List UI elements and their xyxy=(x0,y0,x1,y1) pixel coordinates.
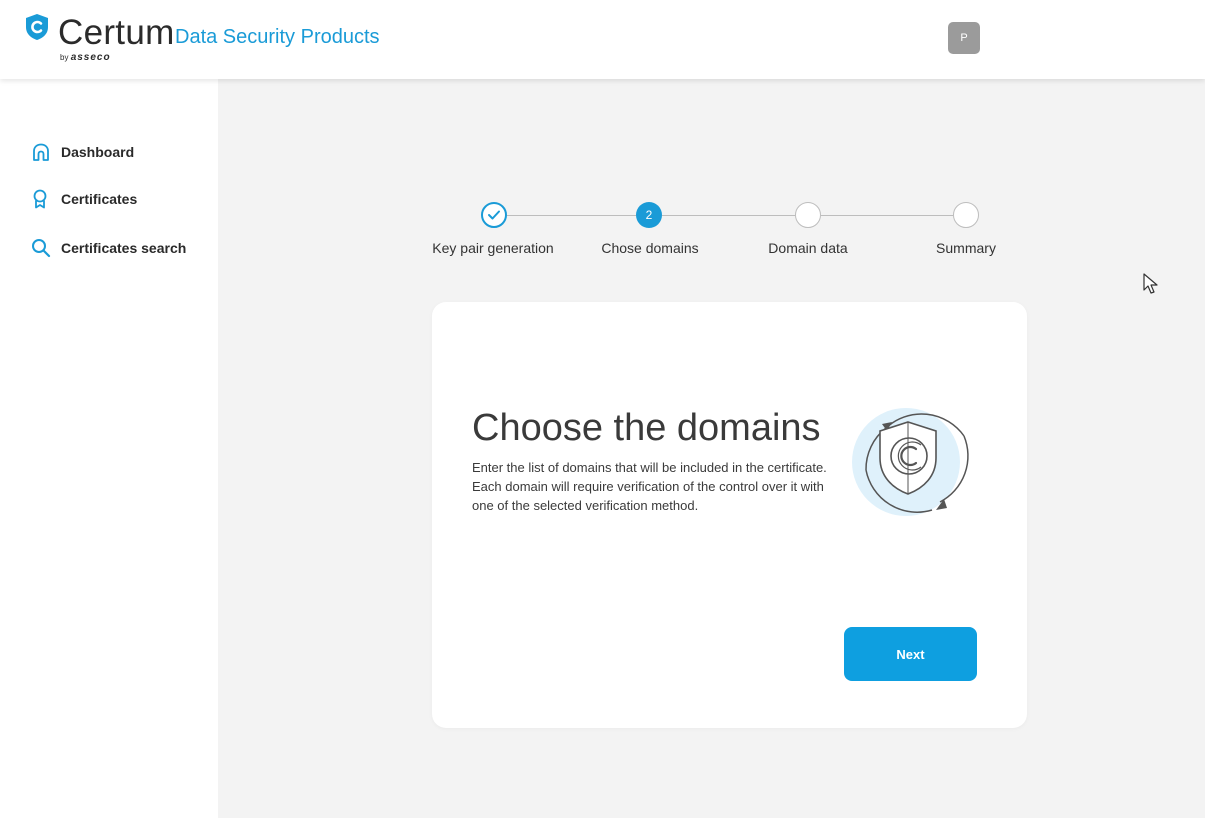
sidebar-item-label: Certificates search xyxy=(61,240,187,256)
stepper-connector xyxy=(662,215,795,216)
sidebar: Dashboard Certificates Certificates sear… xyxy=(0,79,218,818)
next-button[interactable]: Next xyxy=(844,627,977,681)
award-icon xyxy=(30,188,52,210)
brand-tagline: Data Security Products xyxy=(175,26,380,48)
shield-certificate-icon xyxy=(852,408,969,516)
mouse-pointer-icon xyxy=(1143,273,1158,294)
top-header: Certum by asseco Data Security Products … xyxy=(0,0,1205,79)
stepper-connector xyxy=(507,215,636,216)
card-title: Choose the domains xyxy=(472,407,821,449)
sidebar-item-label: Dashboard xyxy=(61,144,135,160)
stepper-connector xyxy=(821,215,953,216)
step-4-marker xyxy=(953,202,979,228)
step-1-checkmark-icon[interactable] xyxy=(481,202,507,228)
sidebar-item-certificates-search[interactable]: Certificates search xyxy=(30,236,186,260)
sidebar-item-dashboard[interactable]: Dashboard xyxy=(30,140,134,164)
step-label-summary: Summary xyxy=(936,240,996,256)
home-icon xyxy=(30,141,52,163)
brand-byline: by asseco xyxy=(60,53,111,63)
sidebar-item-certificates[interactable]: Certificates xyxy=(30,187,137,211)
card-description: Enter the list of domains that will be i… xyxy=(472,460,827,513)
step-label-chose-domains: Chose domains xyxy=(601,240,699,256)
step-label-key-pair-generation[interactable]: Key pair generation xyxy=(432,240,553,256)
step-2-marker[interactable]: 2 xyxy=(636,202,662,228)
sidebar-item-label: Certificates xyxy=(61,191,138,207)
brand-name[interactable]: Certum xyxy=(58,14,175,52)
byline-company: asseco xyxy=(70,52,111,63)
certum-shield-logo-icon[interactable] xyxy=(24,13,50,41)
byline-prefix: by xyxy=(60,53,69,62)
search-icon xyxy=(30,237,52,259)
choose-domains-card: Choose the domains Enter the list of dom… xyxy=(432,302,1027,728)
step-3-marker xyxy=(795,202,821,228)
step-label-domain-data: Domain data xyxy=(768,240,848,256)
user-avatar[interactable]: P xyxy=(948,22,980,54)
